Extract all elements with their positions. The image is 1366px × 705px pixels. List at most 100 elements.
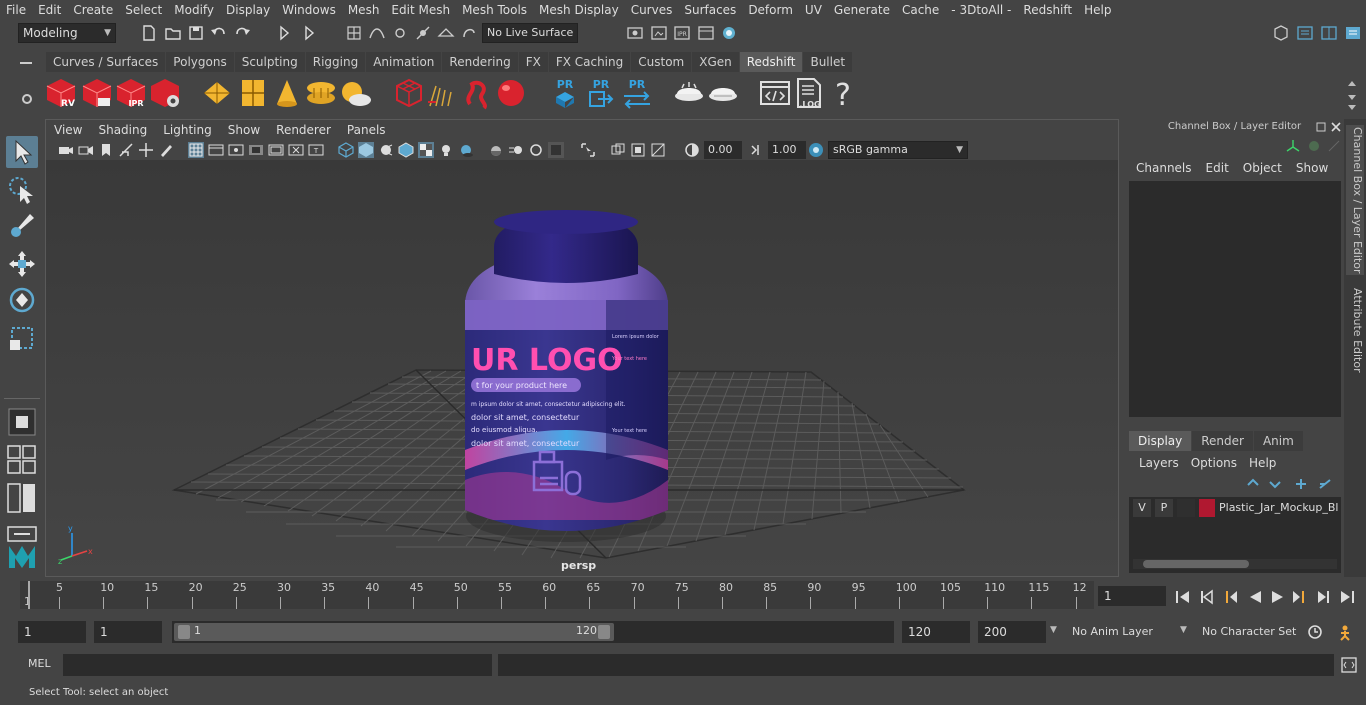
anti-aliasing-icon[interactable] (528, 142, 544, 158)
menu-generate[interactable]: Generate (828, 3, 896, 17)
render-settings-icon[interactable] (626, 24, 644, 42)
redshift-log-icon[interactable]: .LOG (792, 76, 826, 110)
hyper-icon[interactable] (1327, 139, 1341, 153)
gate-mask-icon[interactable] (248, 142, 264, 158)
menu-select[interactable]: Select (119, 3, 168, 17)
menu-3dtoall[interactable]: - 3DtoAll - (945, 3, 1017, 17)
menu-deform[interactable]: Deform (742, 3, 799, 17)
redshift-light-rect-icon[interactable] (200, 76, 234, 110)
playback-start-field[interactable]: 1 (94, 621, 162, 643)
selection-mode-icon[interactable] (275, 24, 293, 42)
redshift-proxy-icon[interactable] (392, 76, 426, 110)
safe-title-icon[interactable]: T (308, 142, 324, 158)
animation-end-field[interactable]: 200 (978, 621, 1046, 643)
screen-space-ao-icon[interactable] (488, 142, 504, 158)
character-set-dropdown[interactable]: No Character Set (1196, 621, 1300, 643)
two-d-pan-icon[interactable] (138, 142, 154, 158)
shelf-settings-icon[interactable] (20, 92, 34, 106)
chevron-down-icon[interactable]: ▼ (1180, 625, 1187, 635)
redo-icon[interactable] (233, 24, 251, 42)
gamma-input[interactable]: 1.00 (768, 141, 806, 159)
shadows-icon[interactable] (458, 142, 474, 158)
attribute-editor-toggle-icon[interactable] (1296, 24, 1314, 42)
new-scene-icon[interactable] (140, 24, 158, 42)
menu-help[interactable]: Help (1078, 3, 1117, 17)
viewport-menu-view[interactable]: View (46, 123, 90, 137)
viewport-menu-renderer[interactable]: Renderer (268, 123, 339, 137)
render-view-icon[interactable] (697, 24, 715, 42)
range-end-grip[interactable] (598, 625, 610, 639)
safe-action-icon[interactable] (288, 142, 304, 158)
open-scene-icon[interactable] (164, 24, 182, 42)
select-tool-icon[interactable] (6, 136, 38, 168)
undo-icon[interactable] (210, 24, 228, 42)
viewport-panel[interactable]: View Shading Lighting Show Renderer Pane… (45, 119, 1119, 577)
step-back-frame-icon[interactable] (1222, 588, 1240, 606)
range-start-grip[interactable] (178, 625, 190, 639)
viewport-menu-lighting[interactable]: Lighting (155, 123, 220, 137)
move-layer-down-icon[interactable] (1267, 477, 1283, 491)
lasso-tool-icon[interactable] (6, 174, 38, 206)
redshift-sphere-icon[interactable] (494, 76, 528, 110)
wireframe-on-shaded-icon[interactable] (398, 142, 414, 158)
channel-menu-object[interactable]: Object (1236, 161, 1289, 175)
menu-windows[interactable]: Windows (276, 3, 342, 17)
menu-uv[interactable]: UV (799, 3, 828, 17)
snap-view-icon[interactable] (414, 24, 432, 42)
scene-canvas[interactable]: UR LOGO t for your product here m ipsum … (46, 160, 1118, 576)
go-to-start-icon[interactable] (1174, 588, 1192, 606)
ipr-render-icon[interactable]: IPR (673, 24, 691, 42)
camera-attributes-icon[interactable] (78, 142, 94, 158)
panel-close-icon[interactable] (1330, 121, 1342, 133)
selection-mask-icon[interactable] (300, 24, 318, 42)
channel-box-list[interactable] (1129, 181, 1341, 417)
soft-select-icon[interactable] (6, 406, 38, 438)
isolate-select-icon[interactable] (580, 142, 596, 158)
new-layer-from-selection-icon[interactable] (1317, 477, 1333, 491)
redshift-bake-icon[interactable] (672, 76, 706, 110)
menu-modify[interactable]: Modify (168, 3, 220, 17)
xray-active-components-icon[interactable] (650, 142, 666, 158)
shelf-tab-bullet[interactable]: Bullet (803, 52, 853, 72)
channel-menu-edit[interactable]: Edit (1199, 161, 1236, 175)
channel-menu-channels[interactable]: Channels (1129, 161, 1199, 175)
move-layer-up-icon[interactable] (1245, 477, 1261, 491)
redshift-pr-sync-icon[interactable]: PR (620, 76, 654, 110)
save-scene-icon[interactable] (187, 24, 205, 42)
range-slider-handle[interactable]: 1 120 (174, 623, 614, 641)
shelf-menu-icon[interactable] (18, 56, 34, 70)
redshift-render-settings-icon[interactable] (148, 76, 182, 110)
shelf-tab-polygons[interactable]: Polygons (166, 52, 234, 72)
redshift-light-ies-icon[interactable] (304, 76, 338, 110)
redshift-render-view-icon[interactable]: RV (44, 76, 78, 110)
layer-scrollbar-thumb[interactable] (1143, 560, 1249, 568)
layer-menu-layers[interactable]: Layers (1133, 456, 1185, 470)
channel-menu-show[interactable]: Show (1289, 161, 1335, 175)
camera-icon[interactable] (58, 142, 74, 158)
scale-tool-icon[interactable] (6, 322, 38, 354)
exposure-icon[interactable] (684, 142, 700, 158)
shelf-scroll-icon[interactable] (1346, 78, 1358, 112)
redshift-light-portal-icon[interactable] (236, 76, 270, 110)
redshift-script-icon[interactable] (758, 76, 792, 110)
shelf-tab-redshift[interactable]: Redshift (739, 52, 803, 72)
default-material-icon[interactable] (378, 142, 394, 158)
speed-icon[interactable] (1307, 139, 1321, 153)
current-frame-field[interactable]: 1 (1098, 586, 1166, 606)
redshift-hair-icon[interactable] (426, 76, 460, 110)
range-slider[interactable]: 1 120 (172, 621, 894, 643)
viewport-menu-panels[interactable]: Panels (339, 123, 394, 137)
rotate-tool-icon[interactable] (6, 284, 38, 316)
shelf-tab-rigging[interactable]: Rigging (305, 52, 366, 72)
hypershade-icon[interactable] (720, 24, 738, 42)
textured-icon[interactable] (418, 142, 434, 158)
render-frame-icon[interactable] (650, 24, 668, 42)
menu-surfaces[interactable]: Surfaces (678, 3, 742, 17)
layer-playback-toggle[interactable]: P (1155, 499, 1173, 517)
gamma-icon[interactable] (748, 142, 764, 158)
redshift-render-sequence-icon[interactable] (80, 76, 114, 110)
grease-pencil-icon[interactable] (158, 142, 174, 158)
redshift-help-icon[interactable]: ? (826, 76, 860, 113)
step-forward-frame-icon[interactable] (1290, 588, 1308, 606)
grid-toggle-icon[interactable] (188, 142, 204, 158)
